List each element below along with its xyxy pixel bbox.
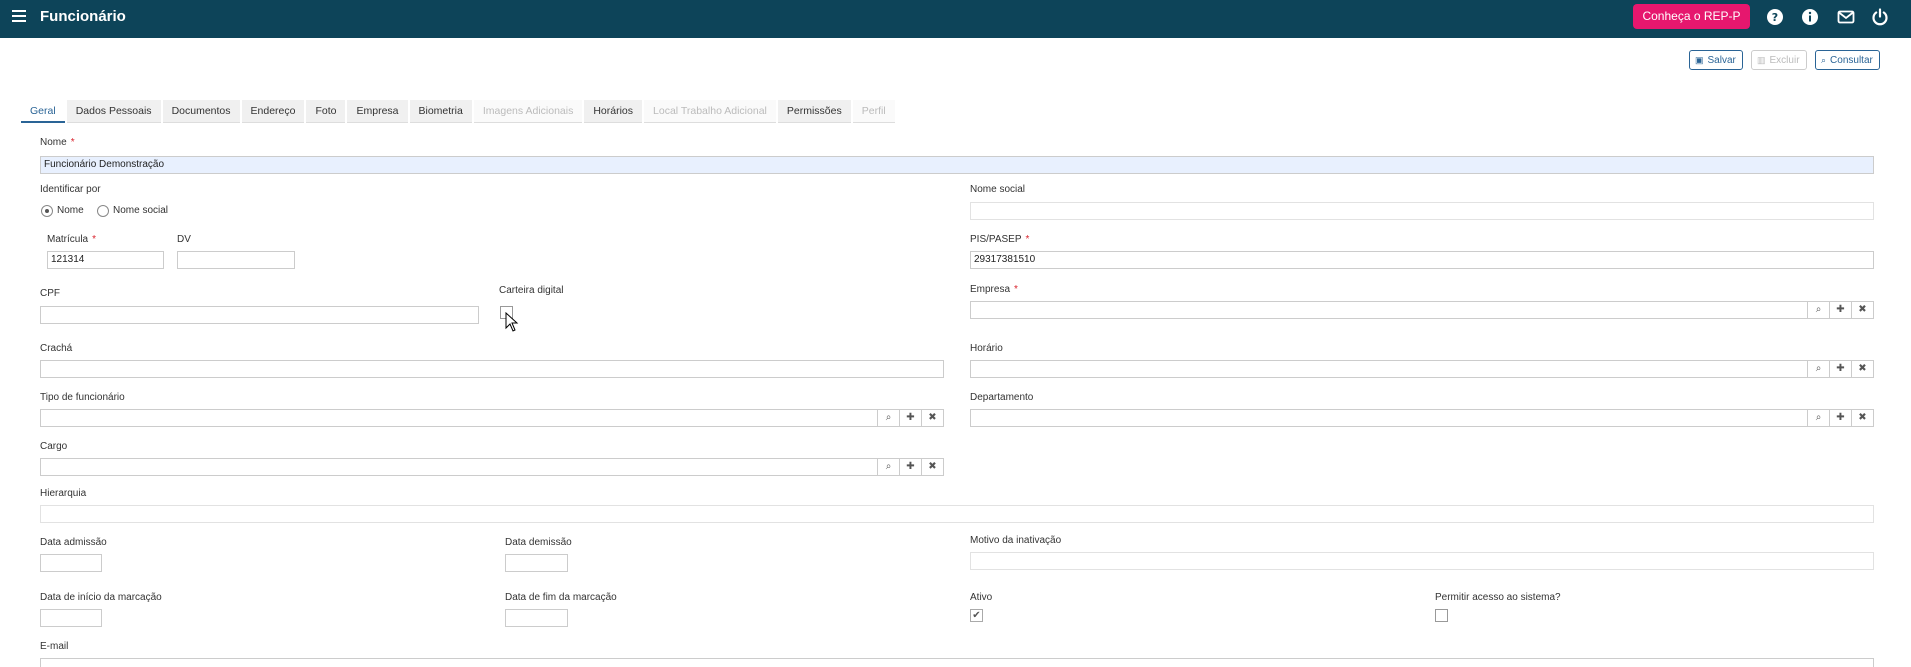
matricula-label: Matrícula * [47, 234, 97, 245]
nome-label: Nome * [40, 137, 75, 148]
matricula-field[interactable]: 121314 [47, 251, 164, 269]
email-field[interactable] [40, 658, 1874, 667]
pis-pasep-field[interactable]: 29317381510 [970, 251, 1874, 269]
tab-perfil[interactable]: Perfil [852, 100, 895, 123]
horario-label: Horário [970, 343, 1003, 354]
data-demissao-label: Data demissão [505, 537, 572, 548]
search-icon[interactable]: ⌕ [877, 410, 899, 426]
tab-dados-pessoais[interactable]: Dados Pessoais [66, 100, 161, 123]
motivo-inativacao-label: Motivo da inativação [970, 535, 1062, 546]
radio-nome-social[interactable] [97, 205, 109, 217]
empresa-field[interactable]: ⌕ ✚ ✖ [970, 301, 1874, 319]
clear-icon[interactable]: ✖ [1851, 361, 1873, 377]
add-icon[interactable]: ✚ [1829, 361, 1851, 377]
dv-label: DV [177, 234, 191, 245]
tab-geral[interactable]: Geral [21, 100, 65, 123]
radio-nome[interactable] [41, 205, 53, 217]
pis-pasep-label: PIS/PASEP * [970, 234, 1030, 245]
search-icon: ⌕ [1821, 55, 1827, 65]
tab-foto[interactable]: Foto [306, 100, 346, 123]
tab-local-trabalho-adicional[interactable]: Local Trabalho Adicional [644, 100, 776, 123]
required-marker: * [92, 234, 97, 245]
data-inicio-marcacao-label: Data de início da marcação [40, 592, 162, 603]
cracha-field[interactable] [40, 360, 944, 378]
svg-text:?: ? [1772, 11, 1778, 24]
power-icon[interactable] [1871, 8, 1889, 26]
info-icon[interactable] [1801, 8, 1819, 26]
carteira-digital-label: Carteira digital [499, 285, 564, 296]
add-icon[interactable]: ✚ [1829, 302, 1851, 318]
floppy-disk-icon: ▣ [1695, 55, 1704, 65]
cargo-field[interactable]: ⌕ ✚ ✖ [40, 458, 944, 476]
page-title: Funcionário [40, 8, 126, 25]
tab-bar: Geral Dados Pessoais Documentos Endereço… [21, 100, 897, 123]
hierarquia-label: Hierarquia [40, 488, 87, 499]
radio-nome-social-label: Nome social [113, 205, 169, 216]
nome-field[interactable]: Funcionário Demonstração [40, 156, 1874, 174]
radio-nome-label: Nome [57, 205, 84, 216]
mail-icon[interactable] [1837, 8, 1855, 26]
tab-empresa[interactable]: Empresa [347, 100, 408, 123]
trash-icon: ▥ [1757, 55, 1766, 65]
data-demissao-field[interactable] [505, 554, 568, 572]
empresa-label: Empresa * [970, 284, 1018, 295]
search-icon[interactable]: ⌕ [1807, 302, 1829, 318]
rep-p-button[interactable]: Conheça o REP-P [1633, 4, 1750, 29]
clear-icon[interactable]: ✖ [1851, 410, 1873, 426]
required-marker: * [1014, 284, 1018, 295]
tab-permissoes[interactable]: Permissões [777, 100, 851, 123]
cpf-field[interactable] [40, 306, 479, 324]
horario-field[interactable]: ⌕ ✚ ✖ [970, 360, 1874, 378]
departamento-field[interactable]: ⌕ ✚ ✖ [970, 409, 1874, 427]
search-icon[interactable]: ⌕ [1807, 410, 1829, 426]
clear-icon[interactable]: ✖ [921, 459, 943, 475]
ativo-label: Ativo [970, 592, 993, 603]
add-icon[interactable]: ✚ [899, 459, 921, 475]
required-marker: * [70, 137, 75, 148]
data-admissao-field[interactable] [40, 554, 102, 572]
tab-horarios[interactable]: Horários [584, 100, 643, 123]
checkmark-icon: ✔ [972, 610, 981, 621]
save-button[interactable]: ▣ Salvar [1689, 50, 1743, 70]
nome-social-field[interactable] [970, 202, 1874, 220]
add-icon[interactable]: ✚ [899, 410, 921, 426]
data-fim-marcacao-field[interactable] [505, 609, 568, 627]
nome-social-label: Nome social [970, 184, 1026, 195]
mouse-cursor-icon [505, 312, 519, 332]
search-icon[interactable]: ⌕ [1807, 361, 1829, 377]
help-icon[interactable]: ? [1766, 8, 1784, 26]
ativo-checkbox[interactable]: ✔ [970, 609, 983, 622]
data-fim-marcacao-label: Data de fim da marcação [505, 592, 617, 603]
tab-endereco[interactable]: Endereço [241, 100, 305, 123]
identificar-por-label: Identificar por [40, 184, 101, 195]
add-icon[interactable]: ✚ [1829, 410, 1851, 426]
dv-field[interactable] [177, 251, 295, 269]
data-inicio-marcacao-field[interactable] [40, 609, 102, 627]
clear-icon[interactable]: ✖ [1851, 302, 1873, 318]
tipo-funcionario-field[interactable]: ⌕ ✚ ✖ [40, 409, 944, 427]
cracha-label: Crachá [40, 343, 73, 354]
departamento-label: Departamento [970, 392, 1034, 403]
clear-icon[interactable]: ✖ [921, 410, 943, 426]
motivo-inativacao-field[interactable] [970, 552, 1874, 570]
tab-biometria[interactable]: Biometria [409, 100, 472, 123]
cargo-label: Cargo [40, 441, 68, 452]
required-marker: * [1025, 234, 1030, 245]
hamburger-menu-icon[interactable] [12, 10, 26, 24]
cpf-label: CPF [40, 288, 60, 299]
data-admissao-label: Data admissão [40, 537, 107, 548]
hierarquia-field[interactable] [40, 505, 1874, 523]
email-label: E-mail [40, 641, 69, 652]
top-navbar: Funcionário Conheça o REP-P ? [0, 0, 1911, 38]
permitir-acesso-checkbox[interactable] [1435, 609, 1448, 622]
search-icon[interactable]: ⌕ [877, 459, 899, 475]
tab-documentos[interactable]: Documentos [162, 100, 240, 123]
tab-imagens-adicionais[interactable]: Imagens Adicionais [473, 100, 583, 123]
permitir-acesso-label: Permitir acesso ao sistema? [1435, 592, 1561, 603]
delete-button[interactable]: ▥ Excluir [1751, 50, 1807, 70]
tipo-funcionario-label: Tipo de funcionário [40, 392, 125, 403]
query-button[interactable]: ⌕ Consultar [1815, 50, 1880, 70]
